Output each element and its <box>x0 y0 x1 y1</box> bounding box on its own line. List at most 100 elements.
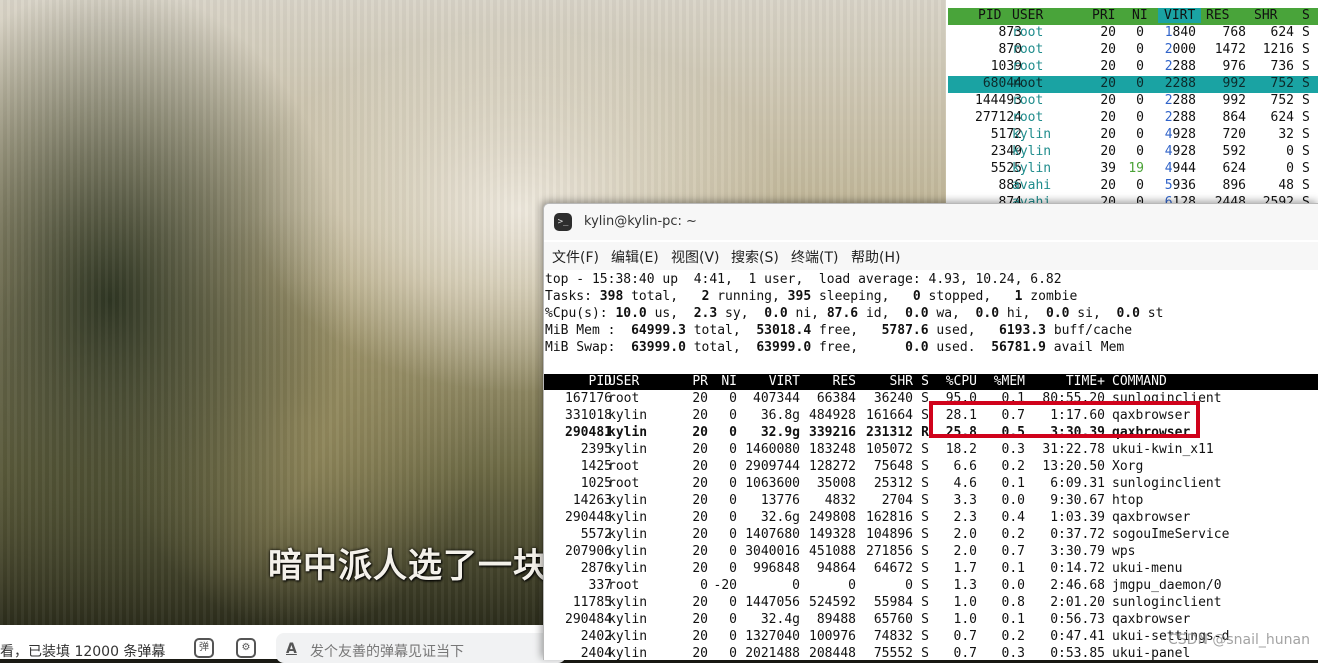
process-cell-user: root <box>608 459 640 474</box>
menu-search[interactable]: 搜索(S) <box>731 247 779 267</box>
danmaku-settings-icon[interactable]: ⚙ <box>236 638 256 658</box>
process-cell-mem: 0.2 <box>1001 459 1025 474</box>
htop-cell-shr: 736 <box>1270 59 1294 74</box>
process-cell-shr: 36240 <box>873 391 913 406</box>
menu-terminal[interactable]: 终端(T) <box>791 247 838 267</box>
process-cell-mem: 0.1 <box>1001 612 1025 627</box>
danmaku-placeholder: 发个友善的弹幕见证当下 <box>310 644 464 660</box>
danmaku-count: 看，已装填 12000 条弹幕 <box>0 644 166 660</box>
htop-cell-pri: 20 <box>1100 42 1116 57</box>
process-row: 207906 kylin 20 0 3040016 451088 271856 S 2.0 0.7… <box>544 544 1318 561</box>
htop-col-virt[interactable]: VIRT <box>1158 8 1202 23</box>
htop-cell-ni: 0 <box>1136 127 1144 142</box>
htop-process-row[interactable]: 870 root 20 0 2000 1472 1216 S <box>948 42 1318 59</box>
process-cell-s: S <box>921 544 929 559</box>
process-cell-pid: 14263 <box>572 493 612 508</box>
htop-cell-ni: 0 <box>1136 59 1144 74</box>
htop-cell-shr: 624 <box>1270 25 1294 40</box>
htop-cell-user: root <box>1012 25 1044 40</box>
htop-window[interactable]: PID USER PRI NI VIRT RES SHR S 873 root 20… <box>946 0 1318 210</box>
terminal-window[interactable]: >_ kylin@kylin-pc: ~ 文件(F) 编辑(E) 视图(V) 搜… <box>543 203 1318 660</box>
htop-process-row[interactable]: 886 avahi 20 0 5936 896 48 S <box>948 178 1318 195</box>
process-cell-pr: 20 <box>692 612 708 627</box>
htop-col-ni[interactable]: NI <box>1132 8 1148 23</box>
htop-header-row[interactable]: PID USER PRI NI VIRT RES SHR S <box>948 8 1318 25</box>
process-cell-shr: 104896 <box>866 527 913 542</box>
process-cell-time: 1:03.39 <box>1050 510 1105 525</box>
htop-cell-res: 896 <box>1222 178 1246 193</box>
process-cell-s: S <box>921 595 929 610</box>
process-cell-cmd: sunloginclient <box>1112 476 1222 491</box>
process-cell-virt: 1447056 <box>745 595 800 610</box>
col-pr: PR <box>692 374 708 389</box>
process-cell-virt: 2909744 <box>745 459 800 474</box>
htop-col-shr[interactable]: SHR <box>1254 8 1277 23</box>
htop-cell-ni: 0 <box>1136 76 1144 91</box>
process-cell-ni: 0 <box>729 595 737 610</box>
process-cell-virt: 3040016 <box>745 544 800 559</box>
process-cell-pid: 337 <box>588 578 612 593</box>
process-cell-virt: 1407680 <box>745 527 800 542</box>
process-cell-res: 208448 <box>809 646 856 660</box>
menu-help[interactable]: 帮助(H) <box>851 247 900 267</box>
menu-edit[interactable]: 编辑(E) <box>611 247 659 267</box>
video-subtitle: 暗中派人选了一块 <box>268 546 548 586</box>
htop-cell-res: 720 <box>1222 127 1246 142</box>
process-cell-virt: 1460080 <box>745 442 800 457</box>
htop-process-row[interactable]: 1039 root 20 0 2288 976 736 S <box>948 59 1318 76</box>
htop-cell-pri: 20 <box>1100 93 1116 108</box>
htop-col-pid[interactable]: PID <box>978 8 1001 23</box>
htop-cell-ni: 0 <box>1136 110 1144 125</box>
process-cell-cmd: htop <box>1112 493 1144 508</box>
htop-process-row[interactable]: 5525 kylin 39 19 4944 624 0 S <box>948 161 1318 178</box>
process-cell-virt: 1327040 <box>745 629 800 644</box>
process-cell-res: 451088 <box>809 544 856 559</box>
htop-col-pri[interactable]: PRI <box>1092 8 1115 23</box>
process-cell-res: 339216 <box>809 425 856 440</box>
process-cell-mem: 0.1 <box>1001 476 1025 491</box>
process-cell-shr: 271856 <box>866 544 913 559</box>
process-cell-pr: 20 <box>692 629 708 644</box>
htop-cell-shr: 752 <box>1270 76 1294 91</box>
process-row: 1425 root 20 0 2909744 128272 75648 S 6.6 0.2 13:2… <box>544 459 1318 476</box>
htop-process-row[interactable]: 5172 kylin 20 0 4928 720 32 S <box>948 127 1318 144</box>
menu-view[interactable]: 视图(V) <box>671 247 720 267</box>
htop-col-res[interactable]: RES <box>1206 8 1229 23</box>
process-cell-cmd: ukui-menu <box>1112 561 1183 576</box>
htop-process-row[interactable]: 144493 root 20 0 2288 992 752 S <box>948 93 1318 110</box>
process-cell-s: S <box>921 646 929 660</box>
process-cell-pid: 290484 <box>565 612 612 627</box>
htop-process-row[interactable]: 68044 root 20 0 2288 992 752 S <box>948 76 1318 93</box>
danmaku-toggle-icon[interactable]: 弹 <box>194 638 214 658</box>
terminal-icon: >_ <box>554 213 572 231</box>
htop-col-user[interactable]: USER <box>1012 8 1043 23</box>
process-cell-pr: 20 <box>692 595 708 610</box>
process-cell-pid: 207906 <box>565 544 612 559</box>
process-cell-res: 66384 <box>816 391 856 406</box>
htop-process-row[interactable]: 277124 root 20 0 2288 864 624 S <box>948 110 1318 127</box>
htop-cell-virt: 5936 <box>1164 178 1196 193</box>
process-row: 1025 root 20 0 1063600 35008 25312 S 4.6 0.1 6:09.… <box>544 476 1318 493</box>
process-cell-s: S <box>921 476 929 491</box>
process-cell-ni: -20 <box>713 578 737 593</box>
htop-cell-pri: 20 <box>1100 144 1116 159</box>
text-style-icon[interactable]: A <box>286 641 297 657</box>
htop-cell-s: S <box>1302 59 1310 74</box>
process-row: 290448 kylin 20 0 32.6g 249808 162816 S 2.3 0.4 1:… <box>544 510 1318 527</box>
menu-file[interactable]: 文件(F) <box>552 247 599 267</box>
htop-cell-ni: 0 <box>1136 178 1144 193</box>
htop-col-s[interactable]: S <box>1302 8 1310 23</box>
htop-process-row[interactable]: 873 root 20 0 1840 768 624 S <box>948 25 1318 42</box>
terminal-screen[interactable]: top - 15:38:40 up 4:41, 1 user, load ave… <box>544 271 1318 660</box>
terminal-titlebar[interactable]: >_ kylin@kylin-pc: ~ <box>544 204 1318 240</box>
process-cell-user: kylin <box>608 425 648 440</box>
process-cell-res: 100976 <box>809 629 856 644</box>
process-row: 11785 kylin 20 0 1447056 524592 55984 S 1.0 0.8 2:… <box>544 595 1318 612</box>
htop-cell-virt: 2288 <box>1164 76 1196 91</box>
process-cell-time: 3:30.79 <box>1050 544 1105 559</box>
process-cell-pid: 11785 <box>572 595 612 610</box>
htop-process-row[interactable]: 2349 kylin 20 0 4928 592 0 S <box>948 144 1318 161</box>
process-cell-pr: 20 <box>692 493 708 508</box>
process-cell-cpu: 0.7 <box>953 629 977 644</box>
process-cell-pid: 1025 <box>580 476 612 491</box>
